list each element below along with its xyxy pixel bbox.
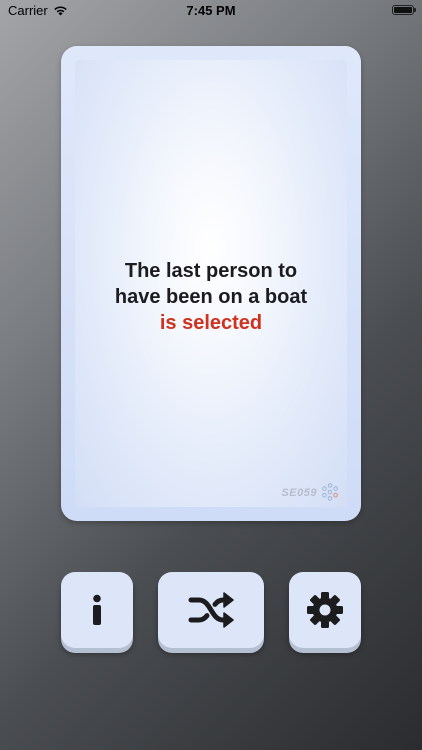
status-bar: Carrier 7:45 PM — [0, 0, 422, 22]
battery-icon — [392, 5, 416, 15]
prompt-card-face: The last person to have been on a boat i… — [75, 60, 347, 507]
settings-button[interactable] — [289, 572, 361, 648]
battery-fill — [394, 7, 412, 13]
gear-icon — [306, 591, 344, 629]
prompt-text: The last person to have been on a boat i… — [75, 258, 347, 336]
prompt-line-1: The last person to — [124, 260, 298, 282]
shuffle-icon — [187, 591, 235, 629]
info-icon — [90, 594, 104, 626]
card-code: SE059 — [281, 487, 317, 499]
prompt-highlight: is selected — [159, 312, 263, 334]
prompt-line-2: have been on a boat — [114, 286, 308, 308]
info-button[interactable] — [61, 572, 133, 648]
dots-cluster-icon — [321, 483, 339, 501]
status-clock: 7:45 PM — [186, 3, 236, 18]
prompt-card[interactable]: The last person to have been on a boat i… — [61, 46, 361, 521]
shuffle-button[interactable] — [158, 572, 264, 648]
